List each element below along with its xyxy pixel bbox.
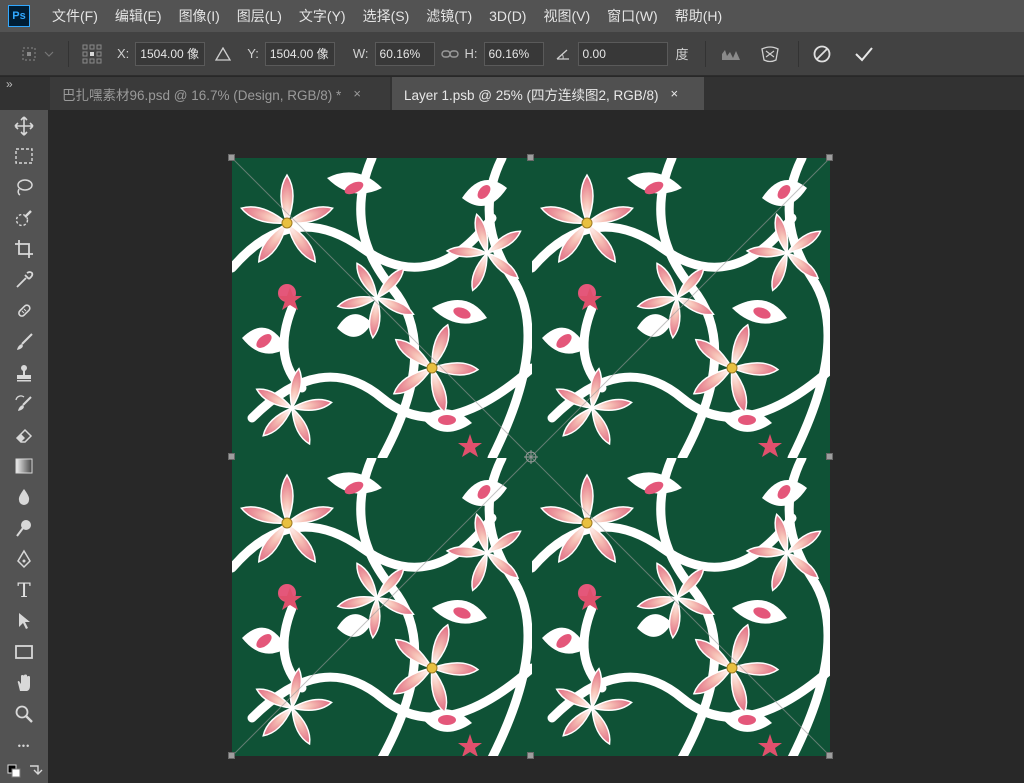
gradient-tool-icon[interactable] (10, 452, 38, 480)
type-tool-icon[interactable]: T (10, 576, 38, 604)
pen-tool-icon[interactable] (10, 545, 38, 573)
transform-handle-middle-left[interactable] (228, 453, 235, 460)
collapse-panel-icon[interactable]: » (6, 77, 13, 91)
menu-file[interactable]: 文件(F) (52, 6, 98, 26)
options-bar: X: 1504.00 像 Y: 1504.00 像 W: 60.16% H: 6… (0, 32, 1024, 76)
canvas-area[interactable] (48, 110, 1024, 783)
floral-pattern-image (232, 158, 830, 756)
link-icon[interactable] (435, 49, 465, 59)
y-label: Y: (247, 46, 259, 61)
healing-brush-tool-icon[interactable] (10, 297, 38, 325)
rotate-angle-icon (548, 47, 578, 61)
transform-handle-top-right[interactable] (826, 154, 833, 161)
transform-handle-bottom-right[interactable] (826, 752, 833, 759)
reference-point-icon[interactable] (79, 43, 105, 65)
dodge-tool-icon[interactable] (10, 514, 38, 542)
height-input[interactable]: 60.16% (483, 41, 544, 66)
menu-select[interactable]: 选择(S) (363, 6, 410, 26)
width-input[interactable]: 60.16% (374, 41, 435, 66)
history-brush-tool-icon[interactable] (10, 390, 38, 418)
swap-colors-icon[interactable] (4, 760, 44, 780)
tools-panel: T ••• (0, 110, 48, 783)
x-label: X: (117, 46, 130, 61)
menu-filter[interactable]: 滤镜(T) (426, 6, 472, 26)
transform-handle-middle-right[interactable] (826, 453, 833, 460)
menu-bar: Ps 文件(F) 编辑(E) 图像(I) 图层(L) 文字(Y) 选择(S) 滤… (0, 0, 1024, 32)
floral-pattern-canvas[interactable] (232, 158, 830, 756)
move-tool-icon[interactable] (10, 112, 38, 140)
rectangle-tool-icon[interactable] (10, 638, 38, 666)
quick-select-tool-icon[interactable] (10, 204, 38, 232)
tab-label: 巴扎嘿素材96.psd @ 16.7% (Design, RGB/8) * (62, 87, 342, 103)
menu-type[interactable]: 文字(Y) (299, 6, 346, 26)
menu-help[interactable]: 帮助(H) (675, 6, 722, 26)
angle-unit: 度 (675, 47, 689, 62)
crop-tool-icon[interactable] (10, 235, 38, 263)
tab-layer1-psb[interactable]: Layer 1.psb @ 25% (四方连续图2, RGB/8) × (392, 77, 704, 110)
transform-handle-bottom-center[interactable] (527, 752, 534, 759)
lasso-tool-icon[interactable] (10, 173, 38, 201)
separator (68, 40, 69, 67)
stamp-tool-icon[interactable] (10, 359, 38, 387)
transform-tool-preset-icon[interactable] (16, 43, 58, 65)
warp-mode-icon[interactable] (752, 44, 788, 64)
brush-tool-icon[interactable] (10, 328, 38, 356)
transform-handle-bottom-left[interactable] (228, 752, 235, 759)
transform-handle-top-center[interactable] (527, 154, 534, 161)
more-tools-icon[interactable]: ••• (10, 732, 38, 760)
angle-input[interactable]: 0.00 (577, 41, 668, 66)
close-icon[interactable]: × (353, 86, 361, 101)
menu-view[interactable]: 视图(V) (543, 6, 590, 26)
close-icon[interactable]: × (671, 86, 679, 101)
menu-window[interactable]: 窗口(W) (607, 6, 658, 26)
x-input[interactable]: 1504.00 像 (135, 41, 206, 66)
eyedropper-tool-icon[interactable] (10, 266, 38, 294)
commit-transform-icon[interactable] (851, 45, 877, 63)
menu-layer[interactable]: 图层(L) (237, 6, 282, 26)
hand-tool-icon[interactable] (10, 669, 38, 697)
menu-3d[interactable]: 3D(D) (489, 8, 526, 24)
zoom-tool-icon[interactable] (10, 700, 38, 728)
separator (704, 40, 706, 67)
width-label: W: (352, 46, 369, 61)
path-select-tool-icon[interactable] (10, 607, 38, 635)
height-label: H: (464, 46, 478, 61)
interpolation-icon[interactable] (716, 46, 746, 62)
menu-image[interactable]: 图像(I) (179, 6, 220, 26)
cancel-transform-icon[interactable] (809, 44, 835, 64)
separator (797, 40, 799, 67)
relative-position-icon[interactable] (209, 46, 237, 61)
blur-tool-icon[interactable] (10, 483, 38, 511)
photoshop-logo[interactable]: Ps (8, 5, 30, 27)
tab-design-psd[interactable]: 巴扎嘿素材96.psd @ 16.7% (Design, RGB/8) * × (50, 77, 390, 110)
document-tab-bar: » 巴扎嘿素材96.psd @ 16.7% (Design, RGB/8) * … (0, 77, 1024, 110)
eraser-tool-icon[interactable] (10, 421, 38, 449)
tab-label: Layer 1.psb @ 25% (四方连续图2, RGB/8) (404, 87, 659, 103)
marquee-tool-icon[interactable] (10, 142, 38, 170)
y-input[interactable]: 1504.00 像 (264, 41, 335, 66)
menu-edit[interactable]: 编辑(E) (115, 6, 162, 26)
transform-handle-top-left[interactable] (228, 154, 235, 161)
